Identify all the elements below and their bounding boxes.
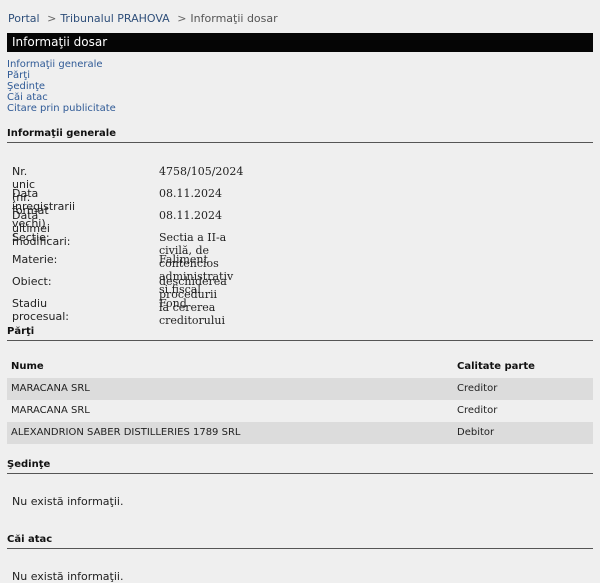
section-anchor-links: Informaţii generale Părţi Şedinţe Căi at… <box>7 59 116 114</box>
breadcrumb-portal-link[interactable]: Portal <box>8 12 40 25</box>
info-label: Sectie: <box>12 231 50 244</box>
table-header-row: Nume Calitate parte <box>7 356 593 378</box>
info-label: Materie: <box>12 253 58 266</box>
party-name: MARACANA SRL <box>11 383 90 394</box>
table-row: MARACANA SRL Creditor <box>7 378 593 400</box>
column-header-nume: Nume <box>11 361 44 372</box>
info-value: Faliment <box>159 253 208 266</box>
parti-table: Nume Calitate parte MARACANA SRL Credito… <box>7 356 593 444</box>
party-role: Debitor <box>457 427 495 438</box>
breadcrumb-separator: > <box>177 12 187 25</box>
page-title-bar: Informaţii dosar <box>7 33 593 52</box>
info-value: 08.11.2024 <box>159 187 222 200</box>
section-title-sedinte: Şedinţe <box>7 459 593 474</box>
breadcrumb-current: Informaţii dosar <box>190 12 278 25</box>
sedinte-empty-message: Nu există informaţii. <box>12 495 124 508</box>
anchor-citare-publicitate[interactable]: Citare prin publicitate <box>7 103 116 114</box>
info-value: 4758/105/2024 <box>159 165 244 178</box>
anchor-informatii-generale[interactable]: Informaţii generale <box>7 59 116 70</box>
section-title-informatii-generale: Informaţii generale <box>7 128 593 143</box>
breadcrumb-court-link[interactable]: Tribunalul PRAHOVA <box>60 12 169 25</box>
info-value: Fond <box>159 297 187 310</box>
party-name: ALEXANDRION SABER DISTILLERIES 1789 SRL <box>11 427 241 438</box>
table-row: ALEXANDRION SABER DISTILLERIES 1789 SRL … <box>7 422 593 444</box>
party-role: Creditor <box>457 383 498 394</box>
party-role: Creditor <box>457 405 498 416</box>
page-title: Informaţii dosar <box>12 35 108 49</box>
breadcrumb-separator: > <box>47 12 57 25</box>
info-label: Obiect: <box>12 275 52 288</box>
info-value: 08.11.2024 <box>159 209 222 222</box>
table-row: MARACANA SRL Creditor <box>7 400 593 422</box>
info-label: Stadiu procesual: <box>12 297 70 323</box>
anchor-cai-atac[interactable]: Căi atac <box>7 92 116 103</box>
section-title-cai-atac: Căi atac <box>7 534 593 549</box>
cai-atac-empty-message: Nu există informaţii. <box>12 570 124 583</box>
anchor-parti[interactable]: Părţi <box>7 70 116 81</box>
breadcrumb: Portal > Tribunalul PRAHOVA > Informaţii d… <box>8 12 278 25</box>
anchor-sedinte[interactable]: Şedinţe <box>7 81 116 92</box>
section-title-parti: Părţi <box>7 326 593 341</box>
column-header-calitate: Calitate parte <box>457 361 535 372</box>
party-name: MARACANA SRL <box>11 405 90 416</box>
